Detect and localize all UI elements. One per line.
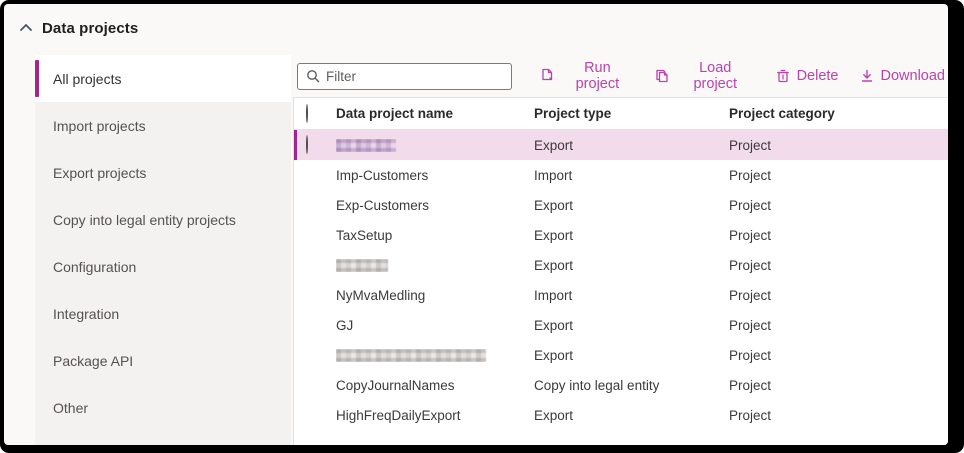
table-row[interactable]: TaxSetup Export Project: [294, 220, 948, 250]
cell-project-category: Project: [729, 137, 772, 153]
sidebar-item-configuration[interactable]: Configuration: [35, 243, 291, 290]
cell-project-type: Export: [534, 257, 574, 273]
cell-project-category: Project: [729, 257, 772, 273]
cell-project-name[interactable]: TaxSetup: [336, 228, 534, 243]
column-header-type[interactable]: Project type: [534, 106, 729, 121]
load-project-icon: [654, 68, 670, 84]
cell-project-type: Export: [534, 347, 574, 363]
column-header-name[interactable]: Data project name: [336, 106, 534, 121]
table-row[interactable]: Export Project: [294, 130, 948, 160]
sidebar-item-other[interactable]: Other: [35, 384, 291, 431]
search-icon: [306, 69, 320, 83]
cell-project-category: Project: [729, 377, 772, 393]
run-project-icon: [539, 68, 555, 84]
toolbar-button-label: Delete: [796, 68, 839, 84]
sidebar-item-import-projects[interactable]: Import projects: [35, 102, 291, 149]
sidebar-item-label: Other: [53, 399, 89, 416]
cell-project-category: Project: [729, 197, 772, 213]
sidebar-item-integration[interactable]: Integration: [35, 290, 291, 337]
cell-project-name[interactable]: GJ: [336, 318, 534, 333]
download-icon: [859, 68, 875, 84]
cell-project-name[interactable]: HighFreqDailyExport: [336, 408, 534, 423]
download-button[interactable]: Download: [856, 66, 949, 86]
toolbar-button-label: Download: [880, 68, 946, 84]
row-select-radio[interactable]: [306, 135, 308, 154]
delete-button[interactable]: Delete: [772, 66, 842, 86]
cell-project-category: Project: [729, 347, 772, 363]
sidebar-item-export-projects[interactable]: Export projects: [35, 149, 291, 196]
filter-box: [297, 62, 512, 90]
cell-project-type: Copy into legal entity: [534, 377, 660, 393]
sidebar-item-label: Integration: [53, 305, 120, 322]
table-row[interactable]: Export Project: [294, 340, 948, 370]
column-header-category[interactable]: Project category: [729, 106, 948, 121]
cell-project-name[interactable]: [336, 138, 534, 152]
cell-project-category: Project: [729, 407, 772, 423]
sidebar-item-label: Copy into legal entity projects: [53, 211, 236, 228]
table-header-row: Data project name Project type Project c…: [294, 98, 948, 130]
cell-project-category: Project: [729, 317, 772, 333]
sidebar-item-copy-into-legal-entity-projects[interactable]: Copy into legal entity projects: [35, 196, 291, 243]
delete-icon: [775, 68, 791, 84]
cell-project-name[interactable]: Exp-Customers: [336, 198, 534, 213]
redacted-project-name: [336, 348, 486, 362]
toolbar-button-label: Load project: [693, 60, 738, 92]
run-project-button[interactable]: Run project: [536, 58, 637, 94]
cell-project-type: Export: [534, 407, 574, 423]
panel-header: Data projects: [18, 13, 138, 43]
table-row[interactable]: Imp-Customers Import Project: [294, 160, 948, 190]
cell-project-type: Export: [534, 197, 574, 213]
redacted-project-name: [336, 138, 396, 152]
sidebar-item-label: Export projects: [53, 164, 147, 181]
table-row[interactable]: Export Project: [294, 250, 948, 280]
screenshot-frame: Data projects All projects Import projec…: [0, 0, 964, 453]
sidebar-item-label: Package API: [53, 352, 134, 369]
cell-project-type: Import: [534, 167, 573, 183]
cell-project-type: Export: [534, 317, 574, 333]
select-all-radio[interactable]: [306, 103, 308, 123]
table-row[interactable]: HighFreqDailyExport Export Project: [294, 400, 948, 430]
sidebar-item-package-api[interactable]: Package API: [35, 337, 291, 384]
data-projects-panel: Data projects All projects Import projec…: [4, 4, 948, 445]
projects-toolbar: Run project Load project Delete Download: [293, 55, 948, 97]
cell-project-name[interactable]: NyMvaMedling: [336, 288, 534, 303]
cell-project-category: Project: [729, 167, 772, 183]
cell-project-name[interactable]: Imp-Customers: [336, 168, 534, 183]
page-title: Data projects: [42, 19, 139, 37]
cell-project-type: Export: [534, 227, 574, 243]
project-filter-sidebar: All projects Import projects Export proj…: [35, 55, 291, 445]
sidebar-item-label: Import projects: [53, 117, 146, 134]
cell-project-category: Project: [729, 287, 772, 303]
sidebar-item-label: All projects: [53, 70, 122, 87]
data-projects-table: Data project name Project type Project c…: [293, 97, 948, 445]
table-row[interactable]: Exp-Customers Export Project: [294, 190, 948, 220]
table-row[interactable]: NyMvaMedling Import Project: [294, 280, 948, 310]
toolbar-buttons: Run project Load project Delete Download: [536, 58, 948, 94]
table-row[interactable]: GJ Export Project: [294, 310, 948, 340]
toolbar-button-label: Run project: [575, 60, 620, 92]
redacted-project-name: [336, 258, 388, 272]
cell-project-name[interactable]: CopyJournalNames: [336, 378, 534, 393]
cell-project-type: Import: [534, 287, 573, 303]
projects-main-area: Run project Load project Delete Download Da…: [293, 55, 948, 445]
cell-project-name[interactable]: [336, 258, 534, 272]
filter-input[interactable]: [326, 63, 511, 89]
sidebar-item-all-projects[interactable]: All projects: [35, 55, 291, 102]
table-row[interactable]: CopyJournalNames Copy into legal entity …: [294, 370, 948, 400]
cell-project-category: Project: [729, 227, 772, 243]
sidebar-item-label: Configuration: [53, 258, 137, 275]
cell-project-type: Export: [534, 137, 574, 153]
chevron-up-icon[interactable]: [18, 20, 34, 36]
cell-project-name[interactable]: [336, 348, 534, 362]
load-project-button[interactable]: Load project: [651, 58, 758, 94]
